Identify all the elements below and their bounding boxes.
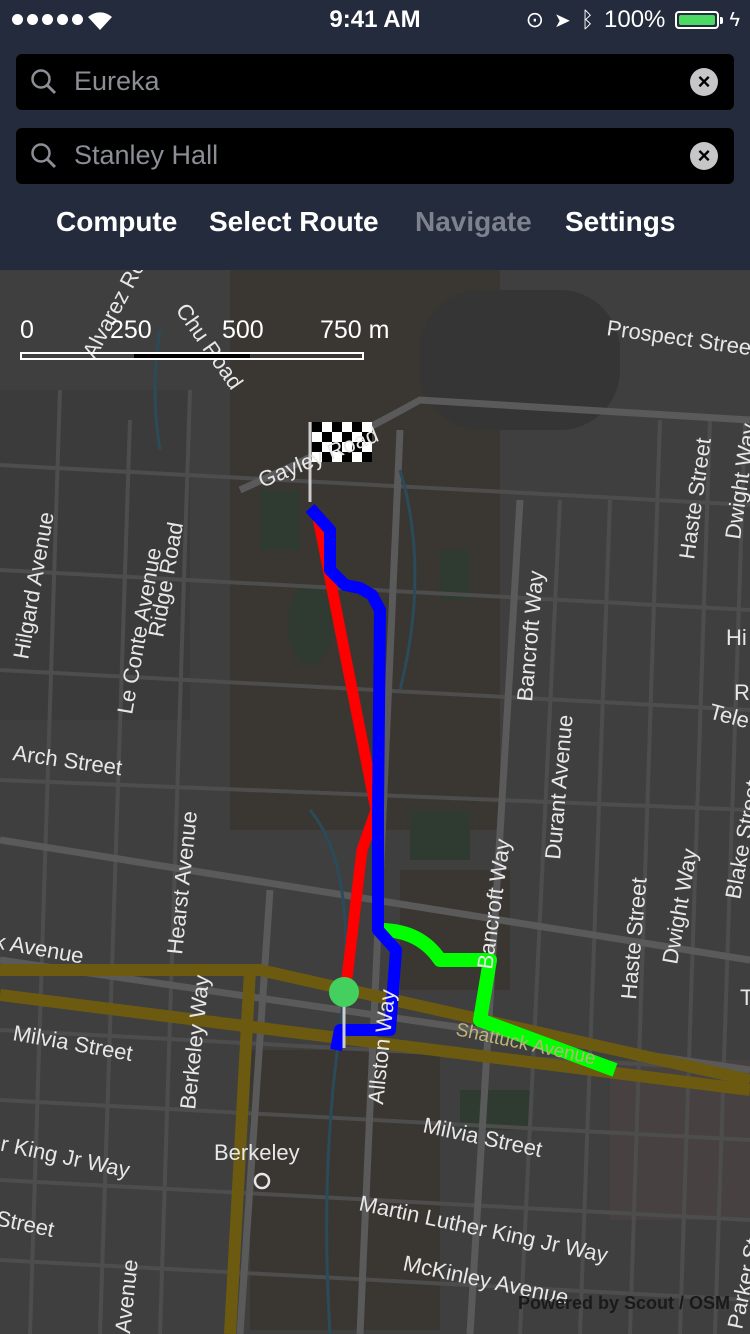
destination-search-value[interactable]: Stanley Hall bbox=[74, 140, 218, 171]
status-bar: 9:41 AM ⊙ ➤ ᛒ 100% ϟ bbox=[0, 0, 750, 40]
scale-label: 0 bbox=[20, 316, 34, 344]
route-header: Eureka × Stanley Hall × Compute Select R… bbox=[0, 40, 750, 270]
location-arrow-icon: ➤ bbox=[554, 9, 571, 32]
orientation-lock-icon: ⊙ bbox=[525, 7, 545, 32]
street-label: Blake Street bbox=[720, 779, 750, 901]
street-label: Avenue bbox=[110, 1258, 143, 1334]
scale-label: 500 bbox=[222, 316, 264, 344]
origin-search-value[interactable]: Eureka bbox=[74, 66, 160, 97]
settings-button[interactable]: Settings bbox=[565, 206, 675, 238]
compute-button[interactable]: Compute bbox=[56, 206, 177, 238]
clear-destination-icon[interactable]: × bbox=[690, 142, 718, 170]
street-label: Street bbox=[0, 1205, 57, 1242]
navigate-button[interactable]: Navigate bbox=[415, 206, 532, 238]
street-label: Berkeley bbox=[214, 1140, 300, 1165]
select-route-button[interactable]: Select Route bbox=[209, 206, 379, 238]
street-label: Haste Street bbox=[616, 876, 652, 1000]
map-canvas[interactable]: Alvarez Road Chu Road Prospect Street Ga… bbox=[0, 270, 750, 1334]
toolbar: Compute Select Route Navigate Settings bbox=[0, 206, 750, 246]
street-label: Milvia Street bbox=[11, 1020, 135, 1066]
status-right: ⊙ ➤ ᛒ 100% ϟ bbox=[526, 6, 740, 34]
street-label: Prospect Street bbox=[605, 315, 750, 361]
charging-icon: ϟ bbox=[729, 8, 740, 31]
battery-icon bbox=[675, 11, 724, 29]
bluetooth-icon: ᛒ bbox=[580, 7, 595, 32]
scale-label: 750 m bbox=[320, 316, 390, 344]
scale-label: 250 bbox=[110, 316, 152, 344]
street-label: Haste Street bbox=[674, 436, 716, 561]
street-label: Arch Street bbox=[11, 740, 123, 780]
street-label: R bbox=[734, 680, 750, 705]
street-label: T bbox=[740, 985, 750, 1010]
origin-search-field[interactable]: Eureka × bbox=[16, 54, 734, 110]
map-view[interactable]: Alvarez Road Chu Road Prospect Street Ga… bbox=[0, 270, 750, 1334]
street-label: Martin Luther King Jr Way bbox=[0, 1105, 132, 1182]
destination-search-field[interactable]: Stanley Hall × bbox=[16, 128, 734, 184]
search-icon bbox=[31, 69, 57, 95]
street-label: Dwight Way bbox=[720, 422, 750, 541]
clear-origin-icon[interactable]: × bbox=[690, 68, 718, 96]
street-label: Hi bbox=[726, 625, 747, 650]
map-attribution: Powered by Scout / OSM bbox=[517, 1293, 730, 1313]
street-label: Durant Avenue bbox=[540, 714, 578, 861]
battery-percent: 100% bbox=[604, 6, 666, 33]
street-label: Hearst Avenue bbox=[162, 810, 202, 956]
search-icon bbox=[31, 143, 57, 169]
